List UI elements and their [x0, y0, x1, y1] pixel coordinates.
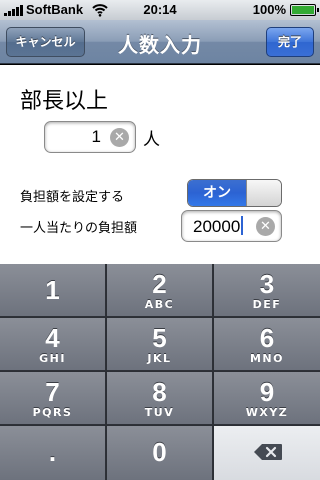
key-decimal[interactable]: . [0, 426, 106, 480]
status-bar: SoftBank 20:14 100% [0, 0, 320, 20]
key-6[interactable]: 6 MNO [214, 318, 320, 371]
battery-percent: 100% [252, 2, 286, 17]
per-person-amount-label: 一人当たりの負担額 [20, 221, 138, 236]
text-caret [241, 216, 244, 235]
clear-icon[interactable]: ✕ [110, 128, 129, 147]
key-5[interactable]: 5 JKL [107, 318, 213, 371]
headcount-value: 1 [91, 127, 101, 146]
clear-icon[interactable]: ✕ [256, 217, 275, 236]
burden-setting-label: 負担額を設定する [20, 190, 125, 205]
key-3[interactable]: 3 DEF [214, 264, 320, 317]
toggle-knob[interactable] [246, 180, 281, 206]
headcount-unit: 人 [143, 130, 160, 150]
toggle-on-label: オン [188, 180, 246, 206]
per-person-amount-field[interactable]: 20000 ✕ [181, 210, 282, 242]
backspace-button[interactable] [214, 426, 320, 480]
key-7[interactable]: 7 PQRS [0, 372, 106, 425]
navigation-bar: キャンセル 人数入力 完了 [0, 20, 320, 64]
headcount-field[interactable]: 1 ✕ [44, 121, 136, 153]
key-0[interactable]: 0 [107, 426, 213, 480]
done-button[interactable]: 完了 [266, 27, 314, 57]
backspace-icon [254, 444, 282, 460]
battery-full-icon [290, 4, 319, 16]
key-4[interactable]: 4 GHI [0, 318, 106, 371]
amount-value: 20000 [193, 216, 244, 237]
key-2[interactable]: 2 ABC [107, 264, 213, 317]
section-heading: 部長以上 [20, 89, 109, 114]
number-keypad: 1 2 ABC 3 DEF 4 GHI 5 JKL 6 MNO 7 PQRS 8 TUV 9W… [0, 264, 320, 480]
key-9[interactable]: 9 WXYZ [214, 372, 320, 425]
burden-toggle[interactable]: オン [187, 179, 282, 207]
key-8[interactable]: 8 TUV [107, 372, 213, 425]
key-1[interactable]: 1 [0, 264, 106, 317]
form-content: 部長以上 1 ✕ 人 負担額を設定する オン 一人当たりの負担額 20000 ✕ [0, 65, 320, 264]
